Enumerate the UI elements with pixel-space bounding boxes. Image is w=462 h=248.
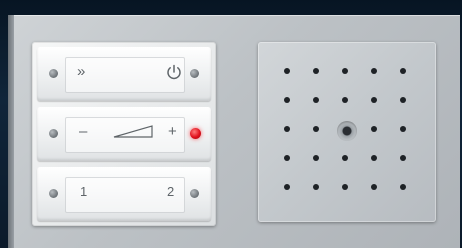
channel-1-label: 1 — [80, 184, 88, 199]
grille-hole — [342, 155, 348, 161]
screw-icon — [49, 69, 58, 78]
grille-hole — [371, 155, 377, 161]
power-icon — [167, 64, 181, 80]
grille-hole — [284, 97, 290, 103]
grille-hole — [400, 68, 406, 74]
grille-hole — [400, 184, 406, 190]
grille-hole — [313, 68, 319, 74]
speaker-module — [258, 42, 436, 222]
grille-hole — [284, 126, 290, 132]
grille-hole — [313, 155, 319, 161]
status-led — [190, 128, 201, 139]
grille-hole — [371, 68, 377, 74]
volume-up-icon: + — [168, 123, 177, 140]
grille-hole — [284, 184, 290, 190]
grille-hole — [313, 184, 319, 190]
grille-hole — [284, 155, 290, 161]
grille-hole — [371, 97, 377, 103]
grille-hole — [400, 97, 406, 103]
skip-power-rocker[interactable]: » — [37, 47, 211, 101]
frame-edge — [8, 15, 14, 248]
grille-hole — [342, 68, 348, 74]
grille-hole — [371, 126, 377, 132]
screw-icon — [190, 69, 199, 78]
volume-ramp-icon — [113, 125, 153, 138]
grille-hole — [342, 184, 348, 190]
grille-hole — [284, 68, 290, 74]
grille-hole — [400, 155, 406, 161]
fast-forward-icon: » — [77, 63, 85, 80]
microphone-icon — [337, 121, 357, 141]
grille-hole — [342, 97, 348, 103]
volume-down-icon: – — [79, 123, 88, 140]
channel-rocker[interactable]: 1 2 — [37, 167, 211, 221]
grille-hole — [400, 126, 406, 132]
channel-2-label: 2 — [167, 184, 175, 199]
volume-rocker[interactable]: – + — [37, 107, 211, 161]
screw-icon — [190, 189, 199, 198]
switch-module: » – + 1 2 — [32, 42, 216, 226]
grille-hole — [313, 97, 319, 103]
grille-hole — [313, 126, 319, 132]
screw-icon — [49, 129, 58, 138]
grille-hole — [371, 184, 377, 190]
screw-icon — [49, 189, 58, 198]
